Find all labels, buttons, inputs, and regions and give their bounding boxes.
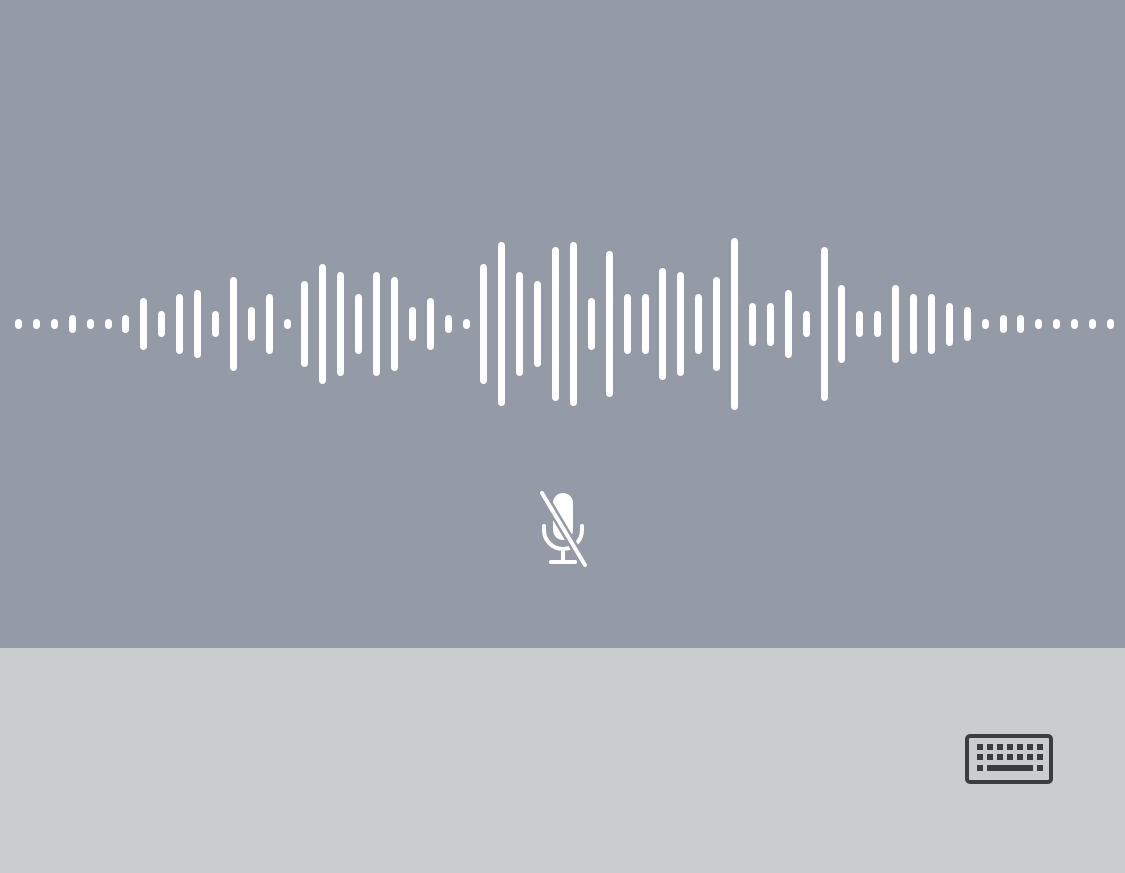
waveform-bar bbox=[1035, 319, 1043, 329]
waveform-bar bbox=[122, 315, 130, 333]
waveform-bar bbox=[695, 293, 703, 355]
waveform-bar bbox=[319, 263, 327, 385]
waveform-bar bbox=[1053, 319, 1061, 329]
waveform-bar bbox=[480, 263, 488, 385]
waveform-bar bbox=[927, 293, 935, 355]
waveform-bar bbox=[68, 315, 76, 333]
waveform-bar bbox=[766, 302, 774, 346]
waveform-bar bbox=[1089, 319, 1096, 329]
waveform-bar bbox=[623, 293, 631, 355]
dictation-screen bbox=[0, 0, 1125, 873]
waveform-bar bbox=[713, 276, 721, 372]
mic-toggle-button[interactable] bbox=[536, 488, 590, 570]
waveform-bar bbox=[516, 272, 524, 376]
waveform-bar bbox=[50, 319, 58, 329]
waveform-bar bbox=[426, 298, 434, 350]
waveform-bar bbox=[408, 306, 416, 342]
waveform-bar bbox=[981, 319, 989, 329]
waveform-bar bbox=[552, 246, 559, 402]
waveform-bar bbox=[892, 285, 900, 363]
waveform-bar bbox=[1017, 315, 1025, 333]
waveform-bar bbox=[534, 281, 542, 367]
waveform-bar bbox=[784, 289, 792, 359]
waveform-bar bbox=[140, 298, 148, 350]
waveform-bar bbox=[641, 293, 649, 355]
waveform-bar bbox=[910, 293, 917, 355]
waveform-bar bbox=[569, 242, 577, 406]
dictation-panel bbox=[0, 0, 1125, 648]
waveform-bar bbox=[587, 298, 595, 350]
waveform-bar bbox=[355, 293, 363, 355]
waveform-bar bbox=[1071, 319, 1079, 329]
waveform-bar bbox=[15, 319, 22, 329]
waveform-bar bbox=[229, 276, 237, 372]
waveform-bar bbox=[444, 315, 452, 333]
waveform-bar bbox=[194, 289, 201, 359]
waveform-bar bbox=[176, 293, 184, 355]
waveform-bar bbox=[748, 302, 756, 346]
waveform-bar bbox=[462, 319, 470, 329]
waveform-bar bbox=[820, 246, 828, 402]
waveform-bar bbox=[283, 319, 291, 329]
keyboard-icon bbox=[965, 734, 1053, 784]
waveform-bar bbox=[390, 276, 398, 372]
waveform-bar bbox=[337, 272, 345, 376]
waveform-bar bbox=[605, 250, 613, 398]
waveform-bar bbox=[265, 293, 273, 355]
waveform-bar bbox=[373, 272, 380, 376]
waveform-bar bbox=[856, 311, 864, 337]
waveform-bar bbox=[498, 242, 506, 406]
waveform-bar bbox=[32, 319, 40, 329]
waveform-bar bbox=[158, 311, 166, 337]
waveform-bar bbox=[1106, 319, 1114, 329]
waveform-bar bbox=[247, 306, 255, 342]
waveform-bar bbox=[802, 311, 810, 337]
waveform-bar bbox=[86, 319, 94, 329]
keyboard-toggle-button[interactable] bbox=[962, 732, 1056, 786]
mic-off-icon bbox=[537, 488, 590, 570]
waveform-bar bbox=[945, 302, 953, 346]
waveform-bar bbox=[211, 311, 219, 337]
waveform-bar bbox=[838, 285, 846, 363]
waveform-bar bbox=[963, 306, 971, 342]
waveform-bar bbox=[659, 268, 667, 380]
waveform-bar bbox=[999, 315, 1007, 333]
waveform-bar bbox=[104, 319, 112, 329]
waveform-bar bbox=[874, 311, 882, 337]
waveform-bar bbox=[731, 238, 738, 410]
waveform-bar bbox=[677, 272, 685, 376]
keyboard-area bbox=[0, 648, 1125, 873]
waveform-bar bbox=[301, 281, 309, 367]
